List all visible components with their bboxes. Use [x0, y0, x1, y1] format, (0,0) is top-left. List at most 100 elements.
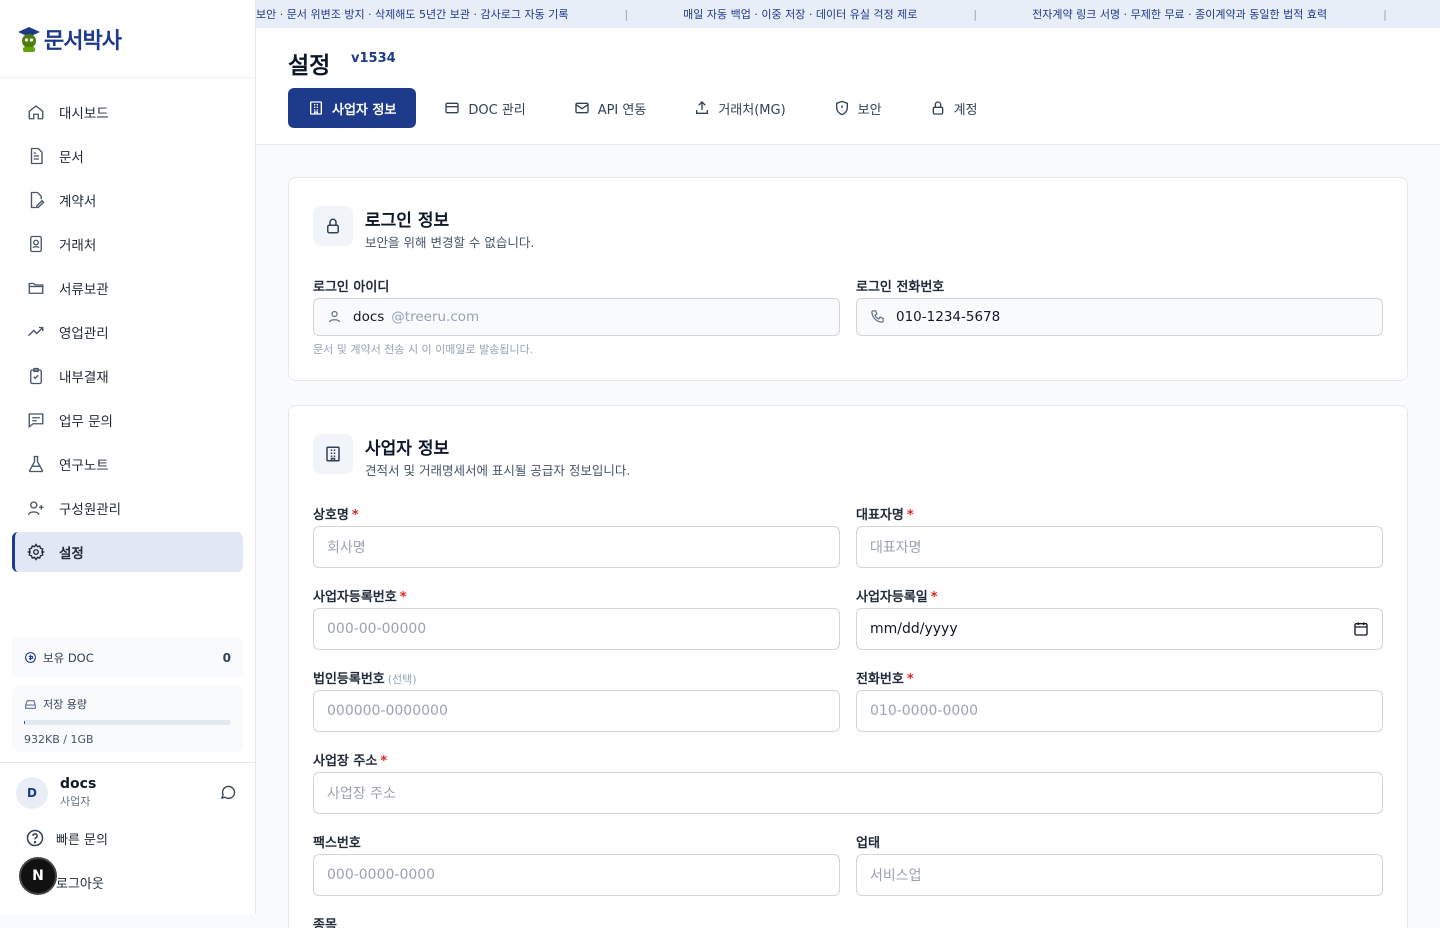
address-input[interactable]: 사업장 주소: [313, 772, 1383, 814]
message-icon: [26, 410, 46, 430]
tab-clients-mg[interactable]: 거래처(MG): [674, 88, 805, 128]
sidebar-item-documents[interactable]: 문서: [12, 136, 243, 176]
tab-label: DOC 관리: [468, 102, 526, 118]
announcement-ticker: 보안 · 문서 위변조 방지 · 삭제해도 5년간 보관 · 감사로그 자동 기…: [256, 0, 1440, 28]
sidebar-item-approval[interactable]: 내부결재: [12, 356, 243, 396]
ticker-separator: |: [1383, 7, 1387, 21]
sidebar-item-sales[interactable]: 영업관리: [12, 312, 243, 352]
contract-icon: [26, 190, 46, 210]
placeholder: 000-0000-0000: [327, 867, 436, 883]
placeholder: 000-00-00000: [327, 621, 427, 637]
version-badge: v1534: [351, 51, 396, 66]
phone-label: 전화번호 *: [856, 672, 914, 687]
sidebar-item-label: 문서: [59, 150, 84, 166]
sidebar-item-dashboard[interactable]: 대시보드: [12, 92, 243, 132]
doc-balance-label: 보유 DOC: [43, 650, 94, 665]
sidebar-nav: 대시보드 문서 계약서 거래처 서류보관 영업관리 내부결재 업무 문의 연구노…: [0, 78, 255, 572]
placeholder: 000000-0000000: [327, 703, 448, 719]
drive-icon: [24, 698, 37, 711]
tab-api[interactable]: API 연동: [554, 88, 667, 128]
ticker-item: 보안 · 문서 위변조 방지 · 삭제해도 5년간 보관 · 감사로그 자동 기…: [256, 8, 569, 21]
quick-inquiry-link[interactable]: 빠른 문의: [24, 826, 108, 850]
avatar: D: [16, 776, 48, 809]
flask-icon: [26, 454, 46, 474]
sidebar-item-archive[interactable]: 서류보관: [12, 268, 243, 308]
company-name-label: 상호명 *: [313, 508, 359, 523]
sidebar-item-label: 서류보관: [59, 282, 109, 298]
building-icon: [313, 434, 353, 474]
business-item-label: 종목: [313, 918, 337, 928]
folder-icon: [26, 278, 46, 298]
tab-doc-management[interactable]: DOC 관리: [424, 88, 545, 128]
gear-icon: [26, 542, 46, 562]
clipboard-check-icon: [26, 366, 46, 386]
sidebar-item-label: 내부결재: [59, 370, 109, 386]
help-circle-icon: [24, 827, 46, 849]
upload-icon: [694, 100, 710, 116]
user-profile[interactable]: D docs 사업자: [0, 762, 255, 822]
sidebar-item-label: 업무 문의: [59, 414, 113, 430]
company-name-input[interactable]: 회사명: [313, 526, 840, 568]
login-id-hint: 문서 및 계약서 전송 시 이 이메일로 발송됩니다.: [313, 343, 534, 356]
chat-icon[interactable]: [219, 783, 239, 803]
dev-tools-badge[interactable]: N: [19, 857, 57, 895]
sidebar-item-label: 거래처: [59, 238, 97, 254]
business-type-label: 업태: [856, 836, 880, 851]
login-info-card: 로그인 정보 보안을 위해 변경할 수 없습니다. 로그인 아이디 docs @…: [288, 177, 1408, 381]
business-type-input[interactable]: 서비스업: [856, 854, 1383, 896]
tab-security[interactable]: 보안: [814, 88, 902, 128]
placeholder: 서비스업: [870, 868, 922, 884]
sidebar-item-settings[interactable]: 설정: [12, 532, 243, 572]
phone-input[interactable]: 010-0000-0000: [856, 690, 1383, 732]
corp-reg-number-label: 법인등록번호 (선택): [313, 672, 417, 687]
sidebar-item-label: 영업관리: [59, 326, 109, 342]
login-id-label: 로그인 아이디: [313, 280, 390, 295]
login-phone-label: 로그인 전화번호: [856, 280, 945, 295]
sidebar-item-inquiry[interactable]: 업무 문의: [12, 400, 243, 440]
quick-inquiry-label: 빠른 문의: [56, 832, 108, 848]
ticker-separator: |: [624, 7, 629, 21]
card-subtitle: 견적서 및 거래명세서에 표시될 공급자 정보입니다.: [365, 463, 631, 478]
brand-name: 문서박사: [44, 28, 122, 54]
tab-label: 거래처(MG): [718, 102, 786, 118]
settings-header: 설정 v1534 사업자 정보 DOC 관리 API 연동 거래처(MG) 보안…: [256, 28, 1440, 145]
sidebar: 문서박사 대시보드 문서 계약서 거래처 서류보관 영업관리 내부결재 업무 문…: [0, 0, 256, 914]
ceo-name-input[interactable]: 대표자명: [856, 526, 1383, 568]
login-phone-value: 010-1234-5678: [896, 309, 1001, 325]
fax-input[interactable]: 000-0000-0000: [313, 854, 840, 896]
card-title: 사업자 정보: [365, 439, 450, 459]
placeholder: 회사명: [327, 540, 366, 556]
sidebar-item-label: 대시보드: [59, 106, 109, 122]
user-role: 사업자: [60, 795, 91, 808]
user-name: docs: [60, 776, 97, 792]
biz-reg-number-input[interactable]: 000-00-00000: [313, 608, 840, 650]
sidebar-item-clients[interactable]: 거래처: [12, 224, 243, 264]
trend-icon: [26, 322, 46, 342]
building-icon: [308, 100, 324, 116]
storage-amount: 932KB / 1GB: [24, 733, 94, 746]
sidebar-item-contracts[interactable]: 계약서: [12, 180, 243, 220]
ceo-name-label: 대표자명 *: [856, 508, 914, 523]
date-value: mm/dd/yyyy: [870, 621, 958, 637]
sidebar-item-research[interactable]: 연구노트: [12, 444, 243, 484]
user-icon: [327, 309, 343, 325]
doc-balance[interactable]: 보유 DOC 0: [12, 637, 243, 678]
tab-account[interactable]: 계정: [910, 88, 998, 128]
biz-reg-date-label: 사업자등록일 *: [856, 590, 938, 605]
brand-logo[interactable]: 문서박사: [0, 0, 255, 78]
page-title: 설정: [288, 53, 331, 79]
corp-reg-number-input[interactable]: 000000-0000000: [313, 690, 840, 732]
ticker-item: 매일 자동 백업 · 이중 저장 · 데이터 유실 걱정 제로: [683, 8, 918, 21]
user-plus-icon: [26, 498, 46, 518]
tab-business-info[interactable]: 사업자 정보: [288, 88, 417, 128]
coin-icon: [24, 651, 37, 664]
storage-progress-bar: [24, 720, 231, 725]
ticker-separator: |: [973, 7, 978, 21]
mascot-logo-icon: [18, 26, 40, 52]
biz-reg-date-input[interactable]: mm/dd/yyyy: [856, 608, 1383, 650]
storage-usage: 저장 용량 932KB / 1GB: [12, 686, 243, 752]
sidebar-item-label: 연구노트: [59, 458, 109, 474]
sidebar-item-label: 계약서: [59, 194, 97, 210]
sidebar-item-members[interactable]: 구성원관리: [12, 488, 243, 528]
calendar-icon[interactable]: [1353, 621, 1369, 637]
